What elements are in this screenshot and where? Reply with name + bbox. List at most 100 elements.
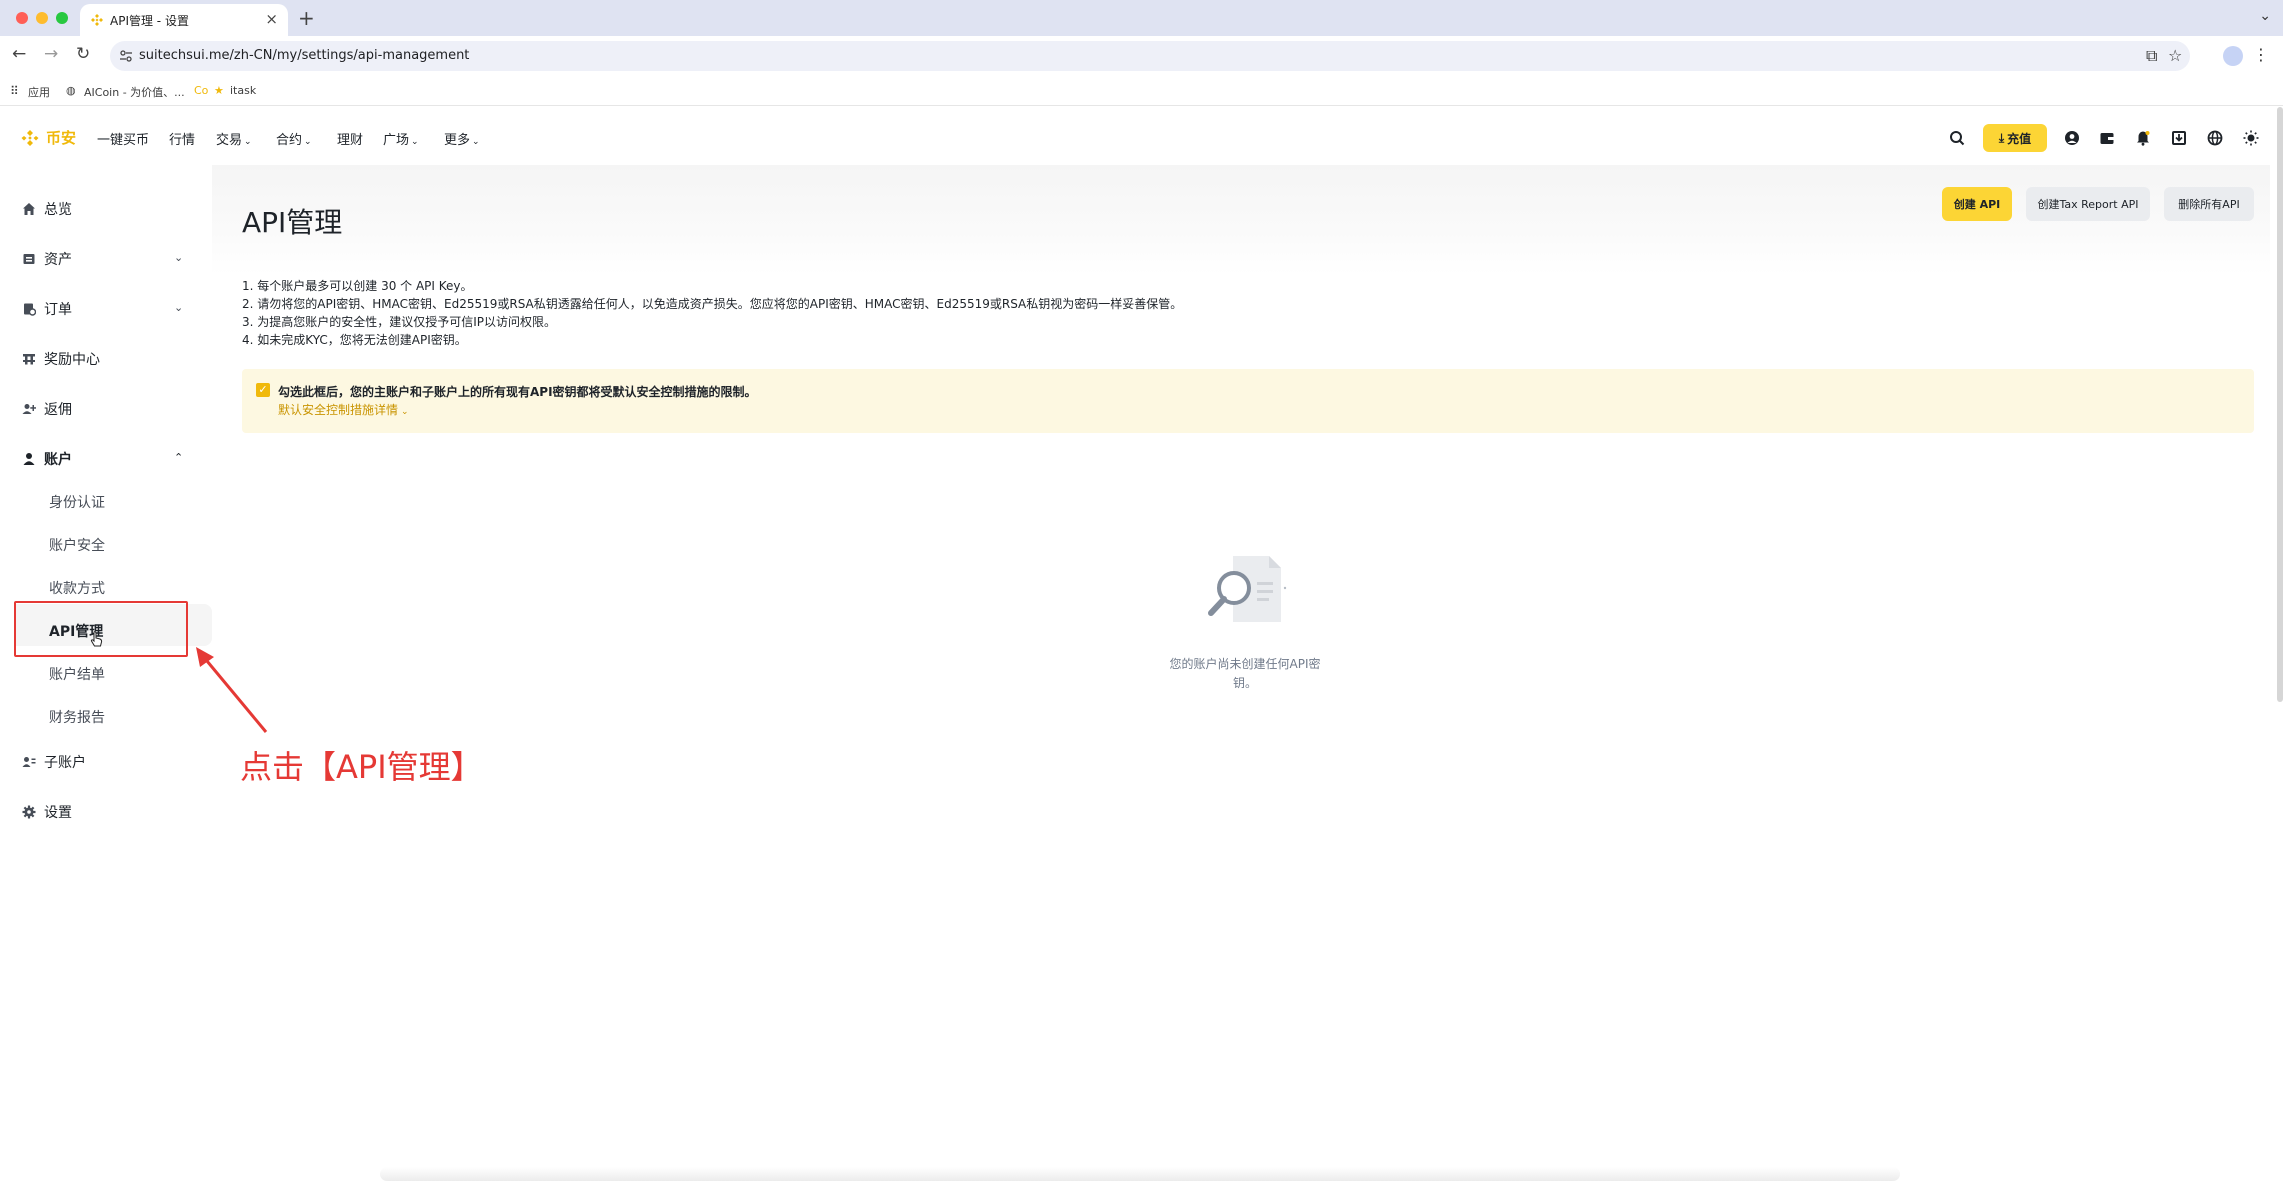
sidebar-item-orders[interactable]: 订单 <box>22 295 72 323</box>
sidebar-item-sub-account[interactable]: 子账户 <box>22 748 86 776</box>
note-line: 1. 每个账户最多可以创建 30 个 API Key。 <box>242 279 473 293</box>
bookmarks-bar: ⠿ 应用 ◍ AICoin - 为价值、... Co ★ itask <box>0 78 2283 106</box>
deposit-label: 充值 <box>2007 131 2032 146</box>
bookmark-aicoin[interactable]: AICoin - 为价值、... <box>84 84 185 100</box>
browser-tab-active[interactable]: API管理 - 设置 × <box>80 4 288 36</box>
security-notice: ✓ 勾选此框后，您的主账户和子账户上的所有现有API密钥都将受默认安全控制措施的… <box>242 369 2254 433</box>
minimize-window-button[interactable] <box>36 12 48 24</box>
referral-icon <box>22 404 36 414</box>
sidebar-item-label: 子账户 <box>44 755 86 771</box>
sidebar-sub-security[interactable]: 账户安全 <box>49 535 105 555</box>
annotation-text: 点击【API管理】 <box>240 748 483 786</box>
orders-icon <box>24 303 36 316</box>
sidebar-item-settings[interactable]: 设置 <box>22 798 72 826</box>
address-bar[interactable]: suitechsui.me/zh-CN/my/settings/api-mana… <box>110 41 2190 71</box>
nav-square-label: 广场 <box>383 133 410 148</box>
close-window-button[interactable] <box>16 12 28 24</box>
sidebar-sub-financial-report[interactable]: 财务报告 <box>49 707 105 727</box>
create-tax-report-api-button[interactable]: 创建Tax Report API <box>2026 187 2150 221</box>
new-tab-icon[interactable]: + <box>298 6 315 30</box>
sidebar-item-label: 总览 <box>44 202 72 218</box>
sidebar-sub-payment[interactable]: 收款方式 <box>49 578 105 598</box>
sidebar-item-referral[interactable]: 返佣 <box>22 395 72 423</box>
sidebar-item-label: 设置 <box>44 805 72 821</box>
apps-grid-icon[interactable]: ⠿ <box>10 84 19 98</box>
aicoin-icon: ◍ <box>66 84 76 97</box>
language-globe-icon[interactable] <box>2204 127 2226 149</box>
binance-page: 币安 一键买币 行情 交易 ⌄ 合约 ⌄ 理财 广场 ⌄ 更多 ⌄ ⤓ 充值 A… <box>0 107 2283 1187</box>
nav-square[interactable]: 广场 ⌄ <box>383 129 419 148</box>
nav-futures[interactable]: 合约 ⌄ <box>276 129 312 148</box>
nav-earn[interactable]: 理财 <box>337 129 363 148</box>
sidebar-sub-statements[interactable]: 账户结单 <box>49 664 105 684</box>
maximize-window-button[interactable] <box>56 12 68 24</box>
theme-toggle-icon[interactable] <box>2240 127 2262 149</box>
bookmark-itask[interactable]: itask <box>230 84 256 97</box>
delete-all-api-button[interactable]: 删除所有API <box>2164 187 2254 221</box>
binance-favicon-icon <box>91 14 103 26</box>
brand-logo[interactable]: 币安 <box>20 127 76 148</box>
binance-logo-icon <box>21 129 39 146</box>
security-details-link[interactable]: 默认安全控制措施详情 ⌄ <box>278 401 409 418</box>
bookmark-co[interactable]: Co <box>194 84 208 97</box>
deposit-button[interactable]: ⤓ 充值 <box>1983 124 2047 152</box>
browser-toolbar: ← → ↻ suitechsui.me/zh-CN/my/settings/ap… <box>0 36 2283 78</box>
tab-search-icon[interactable]: ⌄ <box>2259 8 2271 24</box>
tab-title: API管理 - 设置 <box>110 14 189 28</box>
open-external-icon[interactable]: ⧉ <box>2146 46 2157 66</box>
bookmark-star-icon[interactable]: ☆ <box>2168 46 2182 65</box>
page-scrollbar[interactable] <box>2277 107 2283 702</box>
chevron-down-icon: ⌄ <box>244 137 252 147</box>
highlight-box <box>14 601 188 657</box>
account-icon[interactable] <box>2061 127 2083 149</box>
nav-buy-crypto[interactable]: 一键买币 <box>97 129 149 148</box>
nav-markets[interactable]: 行情 <box>169 129 195 148</box>
home-icon <box>23 203 35 215</box>
reload-icon[interactable]: ↻ <box>76 44 90 64</box>
sidebar-item-label: 订单 <box>44 302 72 318</box>
nav-more-label: 更多 <box>444 133 471 148</box>
search-icon[interactable] <box>1946 127 1968 149</box>
empty-state-text: 您的账户尚未创建任何API密钥。 <box>1169 657 1321 690</box>
close-tab-icon[interactable]: × <box>265 10 278 28</box>
bookmark-apps[interactable]: 应用 <box>28 84 50 100</box>
gear-icon <box>22 805 36 819</box>
nav-trade[interactable]: 交易 ⌄ <box>216 129 252 148</box>
nav-more[interactable]: 更多 ⌄ <box>444 129 480 148</box>
forward-icon[interactable]: → <box>44 44 58 64</box>
wallet-icon[interactable] <box>2096 127 2118 149</box>
browser-menu-icon[interactable]: ⋮ <box>2253 45 2269 64</box>
nav-trade-label: 交易 <box>216 133 243 148</box>
chevron-down-icon[interactable]: ⌄ <box>174 251 183 264</box>
chevron-down-icon[interactable]: ⌄ <box>174 301 183 314</box>
back-icon[interactable]: ← <box>12 44 26 64</box>
note-line: 3. 为提高您账户的安全性，建议仅授予可信IP以访问权限。 <box>242 315 557 329</box>
notification-bell-icon[interactable] <box>2132 127 2154 149</box>
chevron-down-icon: ⌄ <box>411 137 419 147</box>
sidebar-item-assets[interactable]: 资产 <box>22 245 72 273</box>
chevron-down-icon: ⌄ <box>304 137 312 147</box>
create-api-button[interactable]: 创建 API <box>1942 187 2012 221</box>
default-security-checkbox[interactable]: ✓ <box>256 383 270 397</box>
notice-text: 勾选此框后，您的主账户和子账户上的所有现有API密钥都将受默认安全控制措施的限制… <box>278 385 757 399</box>
browser-window: API管理 - 设置 × + ⌄ ← → ↻ suitechsui.me/zh-… <box>0 0 2283 1187</box>
sidebar-item-account[interactable]: 账户 <box>22 445 72 473</box>
security-details-label: 默认安全控制措施详情 <box>278 403 399 417</box>
user-icon <box>23 453 35 465</box>
page-title: API管理 <box>242 206 343 239</box>
brand-name: 币安 <box>46 129 77 147</box>
bottom-shadow <box>380 1167 1900 1181</box>
sidebar-item-label: 奖励中心 <box>44 352 100 368</box>
sidebar-item-label: 账户 <box>44 452 72 468</box>
download-app-icon[interactable] <box>2168 127 2190 149</box>
rewards-icon <box>23 354 35 365</box>
wallet-icon <box>23 254 35 264</box>
chevron-down-icon: ⌄ <box>472 137 480 147</box>
note-line: 2. 请勿将您的API密钥、HMAC密钥、Ed25519或RSA私钥透露给任何人… <box>242 297 1183 311</box>
sidebar-item-overview[interactable]: 总览 <box>22 195 72 223</box>
profile-avatar[interactable] <box>2223 46 2243 66</box>
sidebar-item-rewards[interactable]: 奖励中心 <box>22 345 100 373</box>
site-settings-icon[interactable] <box>118 48 134 64</box>
chevron-up-icon[interactable]: ⌃ <box>174 451 183 464</box>
sidebar-sub-identity[interactable]: 身份认证 <box>49 492 105 512</box>
